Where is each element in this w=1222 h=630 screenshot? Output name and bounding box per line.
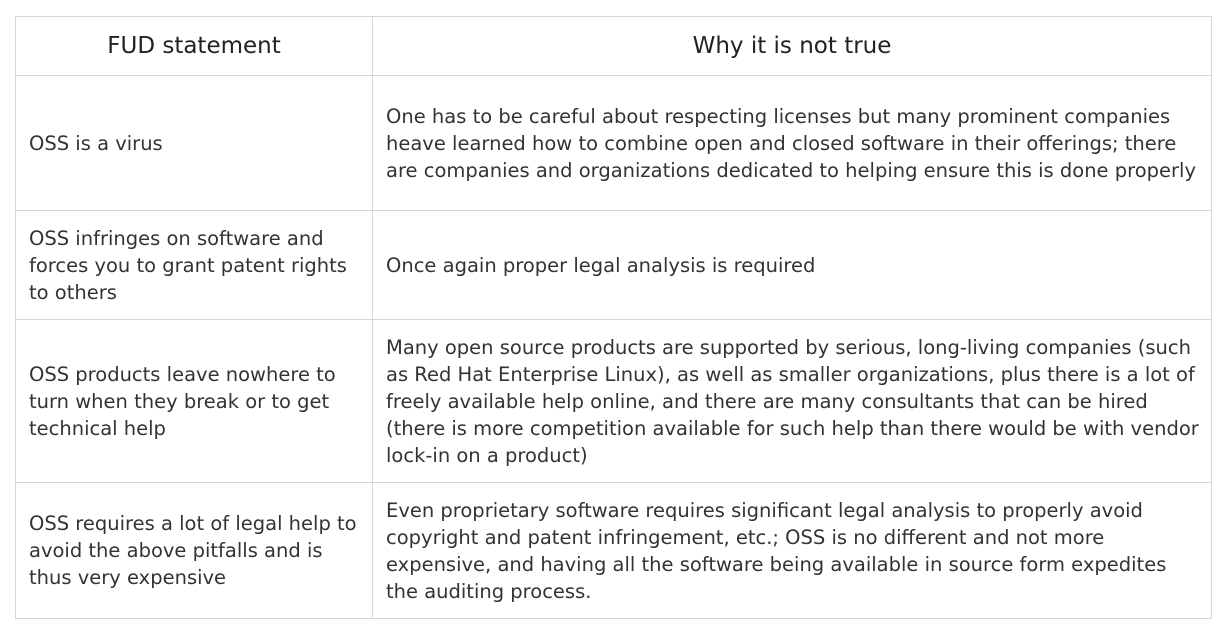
fud-statement-cell: OSS products leave nowhere to turn when … [15,319,373,483]
header-fud-statement: FUD statement [15,16,373,76]
table-row: OSS infringes on software and forces you… [15,210,1212,320]
rebuttal-cell: Even proprietary software requires signi… [372,482,1212,619]
table-row: OSS requires a lot of legal help to avoi… [15,482,1212,619]
fud-table: FUD statement Why it is not true OSS is … [15,16,1212,619]
header-why-not-true: Why it is not true [372,16,1212,76]
table-body: OSS is a virus One has to be careful abo… [15,75,1212,619]
rebuttal-cell: One has to be careful about respecting l… [372,75,1212,211]
table-row: OSS is a virus One has to be careful abo… [15,75,1212,211]
fud-statement-cell: OSS infringes on software and forces you… [15,210,373,320]
rebuttal-cell: Many open source products are supported … [372,319,1212,483]
fud-statement-cell: OSS requires a lot of legal help to avoi… [15,482,373,619]
header-row: FUD statement Why it is not true [15,16,1212,76]
rebuttal-cell: Once again proper legal analysis is requ… [372,210,1212,320]
table-header: FUD statement Why it is not true [15,16,1212,76]
fud-statement-cell: OSS is a virus [15,75,373,211]
table-row: OSS products leave nowhere to turn when … [15,319,1212,483]
